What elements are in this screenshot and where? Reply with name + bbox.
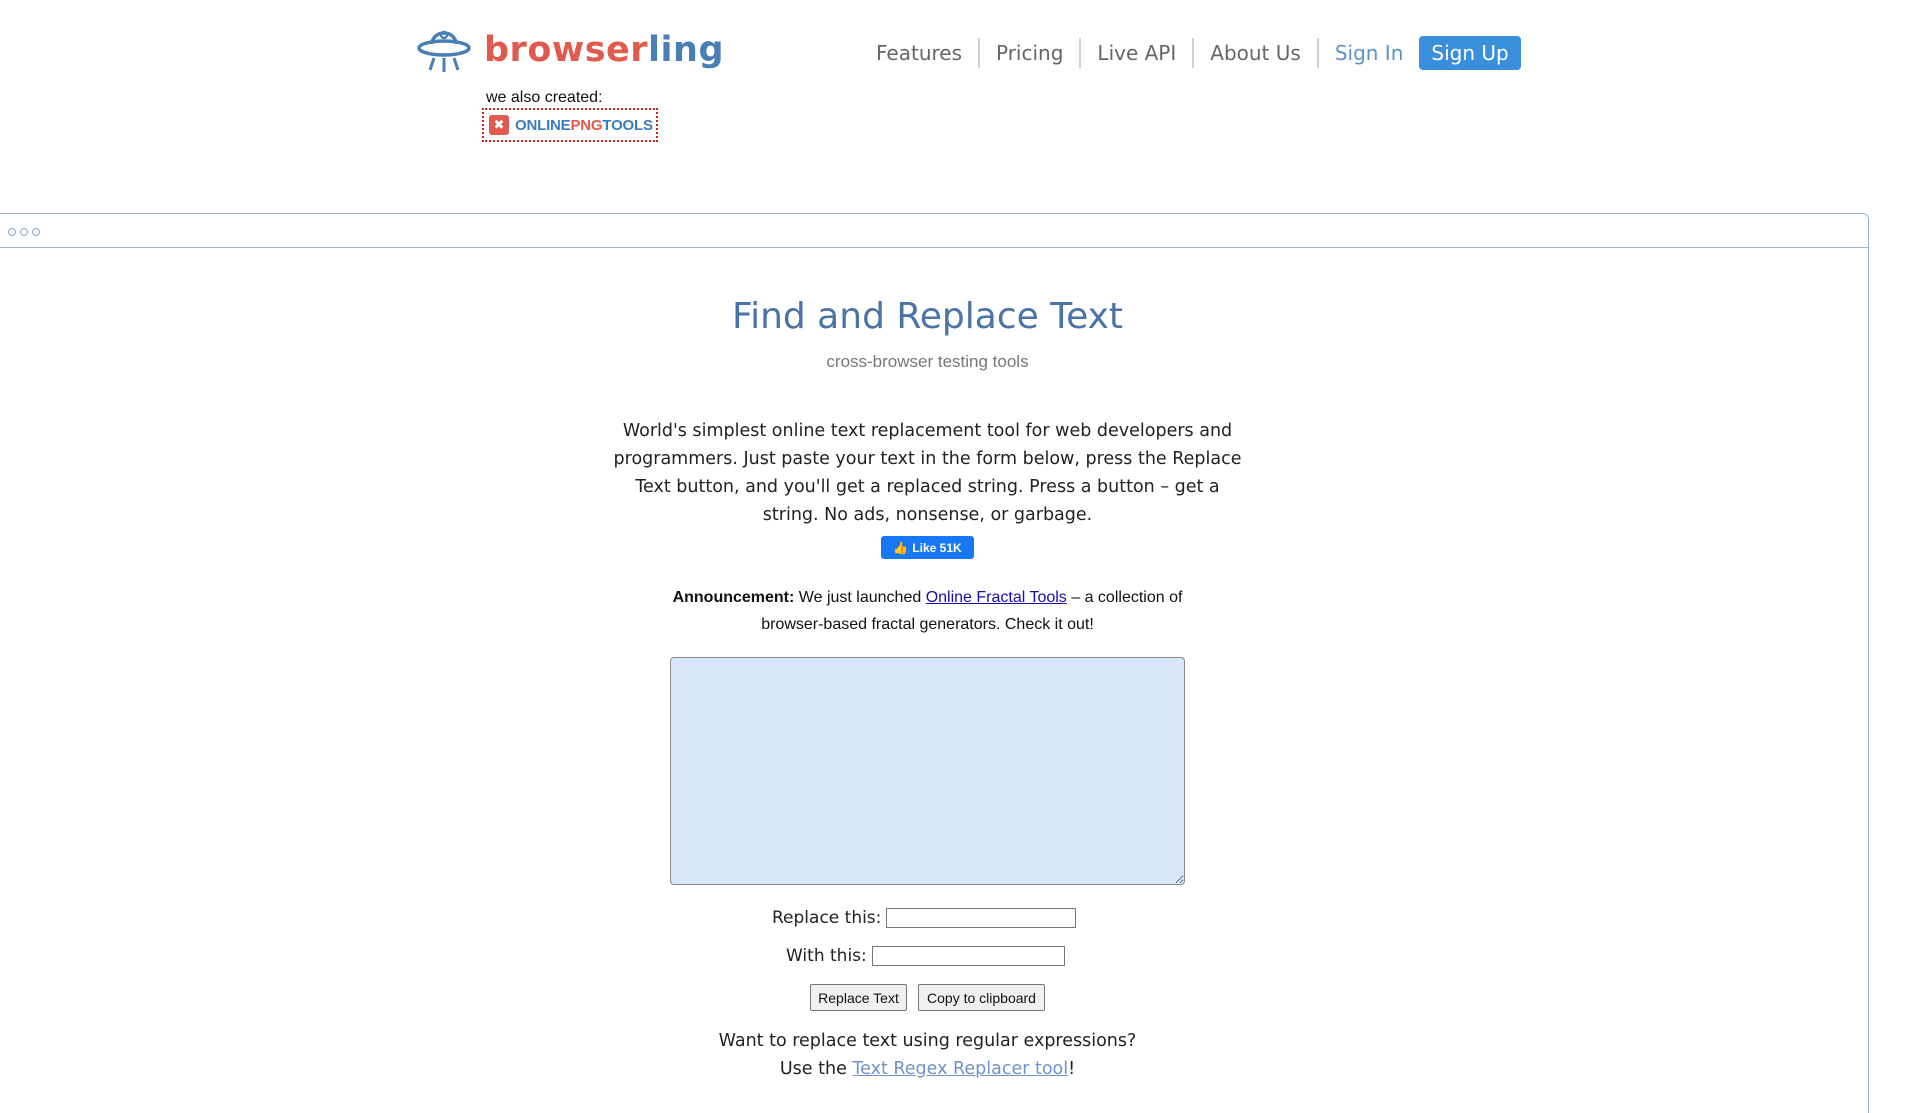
nav-sign-in[interactable]: Sign In — [1319, 38, 1420, 68]
logo-wordmark: browserling — [484, 29, 724, 70]
copy-to-clipboard-button[interactable]: Copy to clipboard — [918, 984, 1045, 1011]
sign-up-button[interactable]: Sign Up — [1419, 36, 1521, 70]
text-input-area[interactable] — [670, 657, 1185, 885]
regex-hint: Want to replace text using regular expre… — [0, 1027, 1855, 1083]
ufo-icon — [417, 30, 471, 72]
with-this-row: With this: — [786, 946, 1065, 966]
nav-features[interactable]: Features — [860, 38, 980, 68]
browser-frame-titlebar — [0, 214, 1868, 248]
replace-text-button[interactable]: Replace Text — [810, 984, 907, 1011]
onlinepngtools-label: ONLINEPNGTOOLS — [515, 117, 653, 134]
page-title: Find and Replace Text — [731, 296, 1124, 337]
window-dot-icon — [32, 228, 40, 236]
png-tools-part3: TOOLS — [602, 116, 653, 134]
regex-hint-before: Use the — [779, 1059, 853, 1079]
regex-hint-line2: Use the Text Regex Replacer tool! — [0, 1055, 1855, 1083]
window-dot-icon — [8, 228, 16, 236]
replace-this-input[interactable] — [886, 908, 1077, 928]
onlinepngtools-link[interactable]: ✖ ONLINEPNGTOOLS — [482, 108, 658, 142]
page-subtitle: cross-browser testing tools — [826, 352, 1029, 371]
png-tools-part1: ONLINE — [515, 116, 571, 134]
nav-live-api[interactable]: Live API — [1081, 38, 1195, 68]
thumbs-up-icon: 👍 — [893, 540, 909, 555]
png-tools-part2: PNG — [570, 116, 603, 134]
replace-this-row: Replace this: — [772, 908, 1077, 928]
with-this-input[interactable] — [871, 946, 1065, 966]
nav-pricing[interactable]: Pricing — [980, 38, 1082, 68]
top-nav: Features Pricing Live API About Us Sign … — [860, 36, 1521, 70]
nav-about-us[interactable]: About Us — [1194, 38, 1319, 68]
also-created-label: we also created: — [486, 89, 603, 106]
tool-description: World's simplest online text replacement… — [613, 421, 1242, 525]
logo-part2: ling — [648, 29, 724, 70]
logo-part1: browser — [484, 29, 649, 70]
with-this-label: With this: — [786, 946, 867, 966]
announcement-label: Announcement: — [672, 589, 795, 606]
announcement: Announcement: We just launched Online Fr… — [650, 584, 1205, 638]
like-count: Like 51K — [912, 540, 962, 555]
window-dot-icon — [20, 228, 28, 236]
browserling-logo[interactable]: browserling — [416, 26, 724, 74]
window-dots — [8, 228, 40, 236]
replace-this-label: Replace this: — [772, 908, 882, 928]
regex-hint-after: ! — [1068, 1059, 1076, 1079]
announcement-text-before: We just launched — [794, 589, 926, 606]
facebook-like-button[interactable]: 👍 Like 51K — [881, 536, 974, 559]
online-fractal-tools-link[interactable]: Online Fractal Tools — [926, 589, 1067, 606]
regex-hint-line1: Want to replace text using regular expre… — [718, 1031, 1137, 1051]
wrench-icon: ✖ — [489, 115, 509, 135]
text-regex-replacer-link[interactable]: Text Regex Replacer tool — [852, 1059, 1068, 1079]
